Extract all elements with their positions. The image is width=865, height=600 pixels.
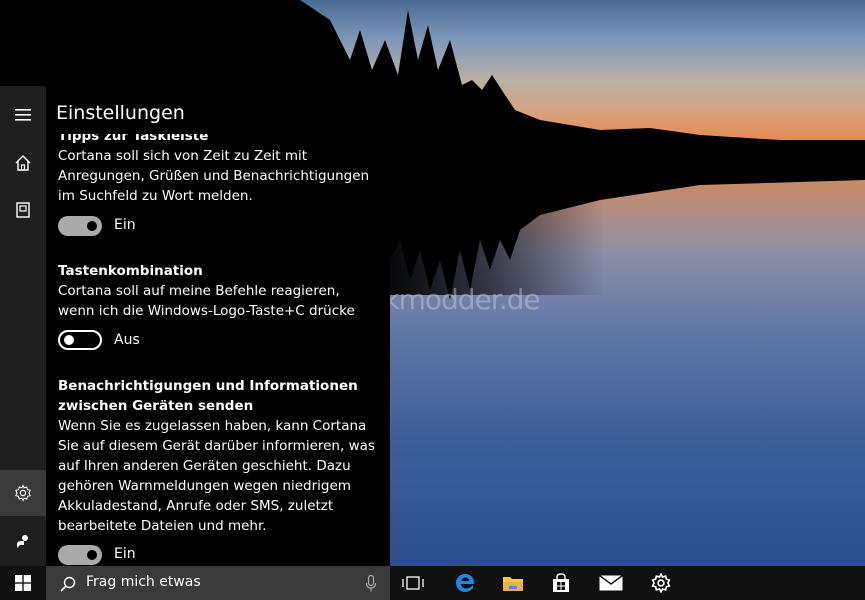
- toggle-label-cross-device: Ein: [114, 546, 136, 562]
- microphone-icon[interactable]: [366, 575, 376, 592]
- page-title: Einstellungen: [56, 102, 185, 124]
- taskbar: Frag mich etwas: [0, 566, 865, 600]
- edge-icon: [456, 574, 475, 592]
- settings-icon: [651, 573, 671, 593]
- toggle-label-shortcut: Aus: [114, 332, 140, 348]
- edge-button[interactable]: [442, 566, 488, 600]
- notebook-button[interactable]: [0, 187, 46, 233]
- settings-panel: Tipps zur Taskleiste Cortana soll sich v…: [46, 86, 390, 566]
- file-explorer-icon: [503, 577, 523, 591]
- start-button[interactable]: [0, 566, 46, 600]
- store-icon: [553, 573, 569, 592]
- notebook-icon: [16, 202, 30, 218]
- toggle-knob: [64, 335, 74, 345]
- feedback-icon: [17, 535, 28, 548]
- toggle-taskbar-tips[interactable]: [58, 216, 102, 236]
- file-explorer-button[interactable]: [490, 566, 536, 600]
- cortana-sidebar: [0, 86, 46, 566]
- home-button[interactable]: [0, 140, 46, 186]
- clipped-heading-strip: [58, 130, 378, 136]
- toggle-shortcut[interactable]: [58, 330, 102, 350]
- search-input: Frag mich etwas: [86, 574, 201, 590]
- toggle-cross-device[interactable]: [58, 545, 102, 565]
- section-text-taskbar-tips: Cortana soll sich von Zeit zu Zeit mit A…: [58, 148, 370, 204]
- section-title-cross-device: Benachrichtigungen und Informationen zwi…: [58, 378, 358, 414]
- task-view-icon: [402, 576, 424, 590]
- toggle-label-taskbar-tips: Ein: [114, 217, 136, 233]
- settings-button[interactable]: [0, 470, 46, 516]
- menu-icon: [15, 109, 31, 121]
- search-box[interactable]: Frag mich etwas: [46, 566, 390, 600]
- mail-button[interactable]: [588, 566, 634, 600]
- section-text-shortcut: Cortana soll auf meine Befehle reagieren…: [58, 283, 355, 319]
- store-button[interactable]: [538, 566, 584, 600]
- section-text-cross-device: Wenn Sie es zugelassen haben, kann Corta…: [58, 418, 375, 534]
- panel-header: Einstellungen: [46, 86, 390, 134]
- feedback-button[interactable]: [0, 518, 46, 564]
- toggle-knob: [87, 550, 97, 560]
- menu-button[interactable]: [0, 92, 46, 138]
- settings-taskbar-button[interactable]: [638, 566, 684, 600]
- task-view-button[interactable]: [390, 566, 436, 600]
- settings-icon: [15, 484, 31, 502]
- home-icon: [15, 155, 31, 171]
- mail-icon: [599, 575, 623, 591]
- search-icon: [60, 576, 76, 592]
- windows-start-icon: [15, 575, 31, 591]
- section-title-shortcut: Tastenkombination: [58, 263, 203, 279]
- toggle-knob: [87, 221, 97, 231]
